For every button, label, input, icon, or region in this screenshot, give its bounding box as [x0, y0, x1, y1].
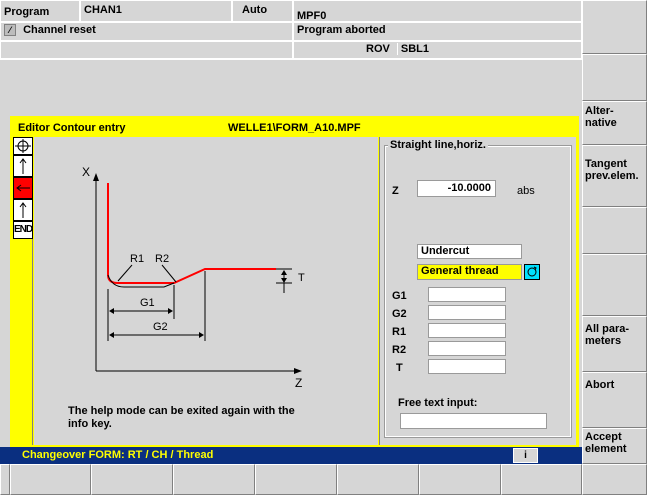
pencil-slash-icon: ⁄ [4, 24, 16, 37]
hsoftkey-9[interactable] [582, 464, 647, 495]
undercut-field[interactable]: Undercut [417, 244, 522, 259]
status-message: Changeover FORM: RT / CH / Thread [22, 449, 214, 461]
r2-input[interactable] [428, 341, 506, 356]
diagram-z-label: Z [295, 376, 303, 390]
softkey-tangent[interactable]: Tangent prev.elem. [582, 145, 647, 207]
softkey-tangent-l1: Tangent [585, 158, 627, 170]
editor-title: Editor Contour entry [18, 122, 126, 134]
hsoftkey-4[interactable] [173, 464, 255, 495]
info-icon[interactable]: i [513, 448, 538, 463]
channel-status-text: Channel reset [23, 24, 96, 36]
left-arrow-icon[interactable] [13, 177, 33, 199]
sbl-indicator: SBL1 [396, 43, 430, 55]
toggle-icon[interactable] [524, 264, 540, 280]
z-input[interactable]: -10.0000 [417, 180, 496, 197]
editor-file-path: WELLE1\FORM_A10.MPF [228, 122, 361, 134]
softkey-tangent-l2: prev.elem. [585, 170, 639, 182]
softkey-alternative-l1: Alter- [585, 105, 614, 117]
form-group-title: Straight line,horiz. [388, 139, 488, 151]
g1-label: G1 [392, 290, 407, 302]
contour-diagram [93, 173, 302, 374]
diagram-g1-label: G1 [140, 297, 155, 309]
softkey-all-parameters[interactable]: All para- meters [582, 316, 647, 372]
diagram-t-label: T [298, 272, 305, 284]
thread-select[interactable]: General thread [417, 264, 522, 280]
g2-input[interactable] [428, 305, 506, 320]
help-text-line1: The help mode can be exited again with t… [68, 405, 295, 417]
r2-label: R2 [392, 344, 407, 356]
softkey-all-parameters-l1: All para- [585, 323, 630, 335]
softkey-empty-top[interactable] [582, 0, 647, 54]
area-label: Program [0, 0, 80, 22]
softkey-accept-element[interactable]: Accept element [582, 428, 647, 464]
softkey-alternative[interactable]: Alter- native [582, 101, 647, 145]
softkey-accept-l2: element [585, 443, 627, 455]
softkey-all-parameters-l2: meters [585, 335, 622, 347]
diagram-x-label: X [82, 165, 91, 179]
z-label: Z [392, 185, 399, 197]
crosshair-icon[interactable] [13, 137, 33, 155]
g2-label: G2 [392, 308, 407, 320]
hsoftkey-1[interactable] [0, 464, 10, 495]
softkey-blank-4[interactable] [582, 254, 647, 316]
r1-label: R1 [392, 326, 407, 338]
free-text-input[interactable] [400, 413, 547, 429]
channel-status-field [0, 41, 293, 59]
help-text-line2: info key. [68, 418, 112, 430]
header-divider [0, 59, 582, 60]
program-name: MPF0 [293, 0, 582, 22]
channel-status: ⁄ Channel reset [0, 22, 293, 41]
mode-label: Auto [232, 0, 293, 22]
program-status: Program aborted [293, 22, 582, 41]
free-text-label: Free text input: [398, 397, 478, 409]
hsoftkey-6[interactable] [337, 464, 419, 495]
softkey-blank-3[interactable] [582, 207, 647, 254]
end-marker[interactable]: END [13, 221, 33, 239]
hsoftkey-2[interactable] [10, 464, 91, 495]
rov-indicator: ROV [366, 43, 390, 55]
diagram-area [34, 137, 378, 445]
program-status-extra: ROV SBL1 [293, 41, 582, 59]
diagram-g2-label: G2 [153, 321, 168, 333]
softkey-alternative-l2: native [585, 117, 617, 129]
r1-input[interactable] [428, 323, 506, 338]
channel-name: CHAN1 [80, 0, 232, 22]
hsoftkey-3[interactable] [91, 464, 173, 495]
hsoftkey-8[interactable] [501, 464, 582, 495]
softkey-accept-l1: Accept [585, 431, 622, 443]
g1-input[interactable] [428, 287, 506, 302]
diagram-r1-label: R1 [130, 253, 145, 265]
softkey-blank-2[interactable] [582, 54, 647, 101]
softkey-abort-l1: Abort [585, 379, 615, 391]
diagram-r2-label: R2 [155, 253, 170, 265]
up-arrow-icon-2[interactable] [13, 199, 33, 221]
hsoftkey-5[interactable] [255, 464, 337, 495]
t-input[interactable] [428, 359, 506, 374]
hsoftkey-7[interactable] [419, 464, 501, 495]
z-unit: abs [517, 185, 535, 197]
softkey-abort[interactable]: Abort [582, 372, 647, 428]
t-label: T [396, 362, 403, 374]
up-arrow-icon[interactable] [13, 155, 33, 177]
